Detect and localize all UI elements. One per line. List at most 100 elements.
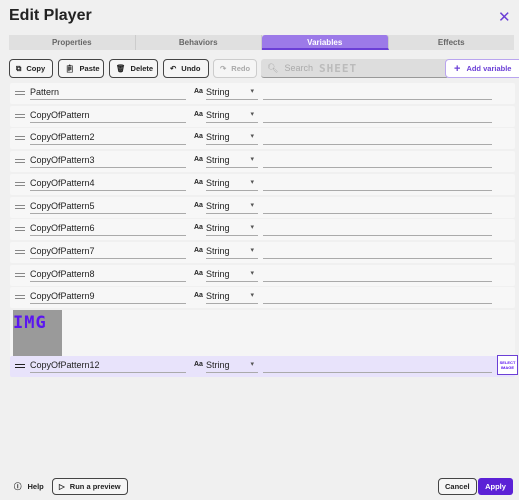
variable-type-select[interactable]: String <box>206 131 258 146</box>
cancel-button[interactable]: Cancel <box>438 478 477 495</box>
undo-button[interactable]: ↶ Undo <box>163 59 209 78</box>
string-type-icon: Aa <box>194 269 203 277</box>
image-placeholder: IMG <box>13 310 62 357</box>
variable-name-input[interactable]: CopyOfPattern12 <box>30 359 186 373</box>
drag-handle-icon[interactable] <box>15 136 25 141</box>
variable-row[interactable]: CopyOfPattern5 Aa String <box>10 196 515 218</box>
variable-value-input[interactable] <box>263 359 492 373</box>
image-preview-area: IMG <box>10 310 515 357</box>
string-type-icon: Aa <box>194 110 203 118</box>
variable-value-input[interactable] <box>263 154 492 169</box>
drag-handle-icon[interactable] <box>15 159 25 164</box>
undo-label: Undo <box>181 64 201 73</box>
variable-name-input[interactable]: CopyOfPattern <box>30 109 186 123</box>
variable-name-input[interactable]: Pattern <box>30 86 186 100</box>
drag-handle-icon[interactable] <box>15 91 25 95</box>
variable-type-select[interactable]: String <box>206 177 258 191</box>
variable-name-input[interactable]: CopyOfPattern7 <box>30 245 186 259</box>
delete-button[interactable]: 🗑︎ Delete <box>109 59 158 78</box>
redo-icon: ↷ <box>220 64 227 73</box>
variable-type-select[interactable]: String <box>206 359 258 373</box>
variable-type-select[interactable]: String <box>206 222 258 237</box>
drag-handle-icon[interactable] <box>15 364 25 368</box>
variable-name-input[interactable]: CopyOfPattern8 <box>30 268 186 282</box>
search-placeholder: Search <box>284 63 313 73</box>
drag-handle-icon[interactable] <box>15 272 25 277</box>
help-label: Help <box>27 482 44 491</box>
variable-row[interactable]: CopyOfPattern9 Aa String <box>10 287 515 309</box>
delete-label: Delete <box>130 64 154 73</box>
tab-variables[interactable]: Variables <box>262 35 389 50</box>
paste-label: Paste <box>79 64 100 73</box>
help-button[interactable]: ⓘ Help <box>14 481 44 492</box>
tab-properties[interactable]: Properties <box>9 35 136 50</box>
plus-icon: + <box>454 62 461 75</box>
variable-value-input[interactable] <box>263 131 492 146</box>
tab-behaviors[interactable]: Behaviors <box>136 35 262 50</box>
drag-handle-icon[interactable] <box>15 295 25 300</box>
paste-button[interactable]: 📋︎ Paste <box>58 59 104 78</box>
variable-type-select[interactable]: String <box>206 200 258 214</box>
close-icon[interactable]: ✕ <box>498 8 511 26</box>
copy-button[interactable]: ⧉ Copy <box>9 59 53 78</box>
variable-row[interactable]: Pattern Aa String <box>10 83 515 104</box>
string-type-icon: Aa <box>194 156 203 164</box>
variable-type-select[interactable]: String <box>206 109 258 123</box>
toolbar: ⧉ Copy 📋︎ Paste 🗑︎ Delete ↶ Undo ↷ Redo 🔍︎ Sea… <box>9 59 519 79</box>
string-type-icon: Aa <box>194 201 203 209</box>
variable-row-selected[interactable]: CopyOfPattern12 Aa String <box>10 356 515 377</box>
help-icon: ⓘ <box>14 482 22 491</box>
variable-name-input[interactable]: CopyOfPattern3 <box>30 154 186 169</box>
tab-effects[interactable]: Effects <box>389 35 515 50</box>
footer: ⓘ Help ▷ Run a preview Cancel Apply <box>0 478 519 496</box>
variable-row[interactable]: CopyOfPattern8 Aa String <box>10 264 515 286</box>
run-preview-button[interactable]: ▷ Run a preview <box>52 478 128 495</box>
variable-row[interactable]: CopyOfPattern6 Aa String <box>10 219 515 241</box>
tab-bar: Properties Behaviors Variables Effects <box>9 35 514 50</box>
dialog-title: Edit Player <box>9 7 92 24</box>
variable-name-input[interactable]: CopyOfPattern6 <box>30 222 186 237</box>
variable-type-select[interactable]: String <box>206 290 258 305</box>
search-input[interactable]: 🔍︎ Search SHEET <box>261 59 449 78</box>
drag-handle-icon[interactable] <box>15 249 25 254</box>
run-preview-label: Run a preview <box>69 482 121 491</box>
drag-handle-icon[interactable] <box>15 227 25 232</box>
variable-type-select[interactable]: String <box>206 245 258 259</box>
variable-type-select[interactable]: String <box>206 268 258 282</box>
variable-value-input[interactable] <box>263 200 492 214</box>
play-icon: ▷ <box>59 482 65 491</box>
select-image-button[interactable]: SELECT IMAGE <box>497 355 518 375</box>
variable-value-input[interactable] <box>263 290 492 305</box>
copy-icon: ⧉ <box>16 63 22 73</box>
variable-value-input[interactable] <box>263 86 492 100</box>
variable-type-select[interactable]: String <box>206 154 258 169</box>
drag-handle-icon[interactable] <box>15 181 25 186</box>
variable-row[interactable]: CopyOfPattern Aa String <box>10 105 515 127</box>
variable-type-select[interactable]: String <box>206 86 258 100</box>
search-icon: 🔍︎ <box>267 62 279 73</box>
variable-value-input[interactable] <box>263 245 492 259</box>
variable-value-input[interactable] <box>263 177 492 191</box>
string-type-icon: Aa <box>194 246 203 254</box>
variable-value-input[interactable] <box>263 268 492 282</box>
redo-button[interactable]: ↷ Redo <box>213 59 257 78</box>
drag-handle-icon[interactable] <box>15 113 25 118</box>
variable-name-input[interactable]: CopyOfPattern5 <box>30 200 186 214</box>
variable-name-input[interactable]: CopyOfPattern2 <box>30 131 186 146</box>
variable-row[interactable]: CopyOfPattern2 Aa String <box>10 128 515 150</box>
variable-row[interactable]: CopyOfPattern4 Aa String <box>10 173 515 195</box>
copy-label: Copy <box>26 64 46 73</box>
variable-name-input[interactable]: CopyOfPattern4 <box>30 177 186 191</box>
trash-icon: 🗑︎ <box>116 64 126 73</box>
variable-value-input[interactable] <box>263 222 492 237</box>
string-type-icon: Aa <box>194 88 203 95</box>
drag-handle-icon[interactable] <box>15 204 25 209</box>
apply-button[interactable]: Apply <box>478 478 513 495</box>
variable-value-input[interactable] <box>263 109 492 123</box>
clipboard-icon: 📋︎ <box>65 64 75 73</box>
add-variable-button[interactable]: + Add variable <box>445 59 519 78</box>
string-type-icon: Aa <box>194 292 203 300</box>
variable-row[interactable]: CopyOfPattern7 Aa String <box>10 241 515 263</box>
variable-row[interactable]: CopyOfPattern3 Aa String <box>10 151 515 173</box>
variable-name-input[interactable]: CopyOfPattern9 <box>30 290 186 305</box>
